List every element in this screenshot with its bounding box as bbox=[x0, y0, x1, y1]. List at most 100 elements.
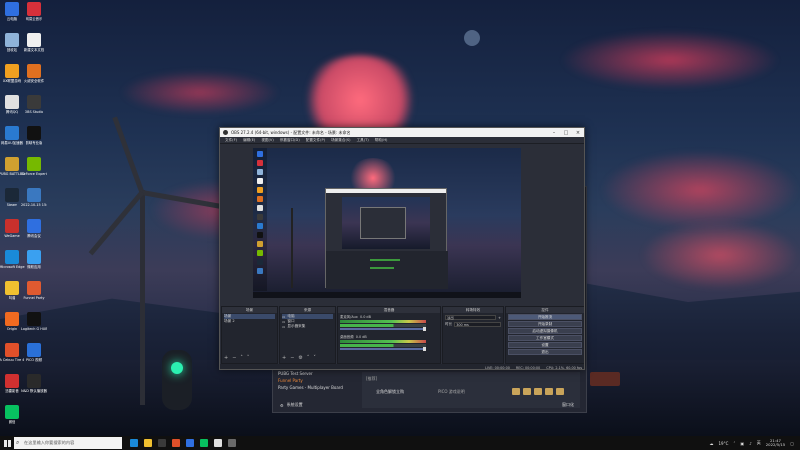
monitor-icon: ▭ bbox=[282, 324, 286, 329]
taskbar-app-icon[interactable] bbox=[200, 439, 208, 447]
preview-nested-obs bbox=[325, 188, 448, 289]
transition-select[interactable]: 淡出 bbox=[445, 315, 496, 320]
desktop-icon[interactable]: 微信 bbox=[0, 405, 24, 424]
taskbar-app-icon[interactable] bbox=[144, 439, 152, 447]
start-virtual-camera-button[interactable]: 启动虚拟摄像机 bbox=[508, 328, 582, 334]
preview-app-icon bbox=[257, 268, 263, 274]
desktop-icon[interactable]: Funnel Party bbox=[22, 281, 46, 300]
menu-item[interactable]: 工具(T) bbox=[354, 138, 372, 143]
app-icon bbox=[5, 343, 19, 357]
network-icon[interactable]: ▣ bbox=[740, 441, 744, 446]
launcher-content-item[interactable]: 全角色解锁立购 bbox=[376, 389, 404, 395]
desktop-icon[interactable]: 2022-10-15 15:56 bbox=[21, 188, 47, 207]
taskbar-app-icon[interactable] bbox=[130, 439, 138, 447]
source-item[interactable]: ▭ 显示器采集 bbox=[282, 324, 333, 329]
preview-app-icon bbox=[257, 259, 263, 265]
menu-item[interactable]: 场景集合(S) bbox=[328, 138, 353, 143]
preview-app-icon bbox=[257, 187, 263, 193]
obs-preview-canvas[interactable] bbox=[253, 148, 521, 298]
desktop-icon[interactable]: 剪映专业版 bbox=[22, 126, 46, 145]
desktop-icon[interactable]: A Cebuu Tire 4 bbox=[0, 343, 24, 362]
desktop-icon[interactable]: 网易云音乐 bbox=[22, 2, 46, 21]
desktop-icon[interactable]: XX联盟游戏 bbox=[0, 64, 24, 83]
add-icon[interactable]: + bbox=[224, 355, 228, 361]
volume-icon[interactable]: ♪ bbox=[749, 441, 752, 446]
launcher-game-item[interactable]: PUBG Test Server bbox=[278, 370, 358, 377]
taskbar-app-icon[interactable] bbox=[172, 439, 180, 447]
desktop-icon[interactable]: WeGame bbox=[0, 219, 24, 238]
desktop-icon[interactable]: PICO 视频 bbox=[22, 343, 46, 362]
gear-icon[interactable]: ⚙ bbox=[298, 355, 302, 361]
app-icon bbox=[5, 281, 19, 295]
app-icon bbox=[5, 219, 19, 233]
desktop-icon[interactable]: 叫谱 bbox=[0, 281, 24, 300]
taskbar-clock[interactable]: 21:47 2022/5/15 bbox=[766, 438, 785, 448]
launcher-game-item[interactable]: Funnel Party bbox=[278, 377, 358, 384]
desktop-icon-label: 火绒安全软件 bbox=[23, 79, 45, 83]
ime-indicator[interactable]: 英 bbox=[757, 440, 761, 446]
start-streaming-button[interactable]: 开始推流 bbox=[508, 314, 582, 320]
desktop-icon[interactable]: N&D 默认播放器 bbox=[21, 374, 47, 393]
launcher-window-mode-button[interactable]: 窗口化 bbox=[562, 402, 574, 408]
add-icon[interactable]: + bbox=[282, 355, 286, 361]
taskbar-search-box[interactable]: 在这里输入你要搜索的内容 bbox=[14, 437, 122, 449]
desktop-icon[interactable]: 腾讯会议 bbox=[22, 219, 46, 238]
volume-slider[interactable] bbox=[340, 327, 426, 331]
taskbar-pinned-apps bbox=[130, 439, 236, 447]
taskbar-app-icon[interactable] bbox=[186, 439, 194, 447]
obs-titlebar[interactable]: OBS 27.2.4 (64-bit, windows) - 配置文件: 未命名… bbox=[220, 128, 584, 137]
add-icon[interactable]: + bbox=[498, 316, 501, 320]
chevron-down-icon[interactable]: ˅ bbox=[313, 355, 316, 361]
desktop-icon[interactable]: 回收站 bbox=[0, 33, 24, 52]
remove-icon[interactable]: − bbox=[290, 355, 294, 361]
menu-item[interactable]: 配置文件(P) bbox=[303, 138, 328, 143]
desktop-icon[interactable]: 云电脑 bbox=[0, 2, 24, 21]
desktop-icon[interactable]: GeForce Experience bbox=[21, 157, 47, 176]
exit-button[interactable]: 退出 bbox=[508, 349, 582, 355]
launcher-game-item[interactable]: Party Games - Multiplayer Board bbox=[278, 384, 358, 391]
weather-icon[interactable]: ☁ bbox=[710, 441, 714, 446]
menu-item[interactable]: 停靠窗口(D) bbox=[277, 138, 303, 143]
taskbar-app-icon[interactable] bbox=[214, 439, 222, 447]
preview-app-icon bbox=[257, 196, 263, 202]
chevron-down-icon[interactable]: ˅ bbox=[247, 355, 250, 361]
menu-item[interactable]: 帮助(H) bbox=[372, 138, 391, 143]
cpu-status: CPU: 2.1%, 60.00 fps bbox=[546, 365, 582, 370]
close-icon[interactable]: × bbox=[572, 130, 584, 136]
menu-item[interactable]: 文件(F) bbox=[222, 138, 240, 143]
minimize-icon[interactable]: – bbox=[548, 130, 560, 136]
desktop-icon[interactable]: 腾讯QQ bbox=[0, 95, 24, 114]
desktop-icon[interactable]: 微软应用 bbox=[22, 250, 46, 269]
taskbar-app-icon[interactable] bbox=[228, 439, 236, 447]
start-button[interactable] bbox=[0, 436, 14, 450]
menu-item[interactable]: 编辑(E) bbox=[240, 138, 258, 143]
desktop-icon[interactable]: Logitech G HUB bbox=[21, 312, 47, 331]
launcher-settings[interactable]: ⚙ 系统设置 bbox=[280, 402, 303, 408]
chevron-up-icon[interactable]: ˄ bbox=[240, 355, 243, 361]
duration-input[interactable]: 300 ms bbox=[454, 322, 501, 327]
studio-mode-button[interactable]: 工作室模式 bbox=[508, 335, 582, 341]
app-icon bbox=[27, 33, 41, 47]
chevron-up-icon[interactable]: ˄ bbox=[307, 355, 310, 361]
desktop-icon[interactable]: Microsoft Edge bbox=[0, 250, 25, 269]
remove-icon[interactable]: − bbox=[232, 355, 236, 361]
start-recording-button[interactable]: 开始录制 bbox=[508, 321, 582, 327]
scene-item[interactable]: 场景 2 bbox=[224, 319, 275, 324]
launcher-content-hint: PICO 游戏说明 bbox=[438, 389, 465, 394]
maximize-icon[interactable]: □ bbox=[560, 130, 572, 136]
chevron-up-icon[interactable]: ˄ bbox=[733, 441, 735, 446]
taskbar-app-icon[interactable] bbox=[158, 439, 166, 447]
volume-slider[interactable] bbox=[340, 347, 426, 351]
desktop-icon[interactable]: 网易UU加速器 bbox=[0, 126, 24, 145]
desktop-icon[interactable]: 火绒安全软件 bbox=[22, 64, 46, 83]
notification-icon[interactable]: ▢ bbox=[790, 441, 794, 446]
temperature-label[interactable]: 19°C bbox=[719, 441, 729, 446]
app-icon bbox=[27, 343, 41, 357]
preview-app-icon bbox=[257, 250, 263, 256]
preview-app-icon bbox=[257, 169, 263, 175]
desktop-icon[interactable]: OBS Studio bbox=[22, 95, 46, 114]
settings-button[interactable]: 设置 bbox=[508, 342, 582, 348]
menu-item[interactable]: 视图(V) bbox=[258, 138, 276, 143]
desktop-icon[interactable]: 新建文本文档 bbox=[22, 33, 46, 52]
wind-turbine-blade bbox=[88, 190, 144, 256]
